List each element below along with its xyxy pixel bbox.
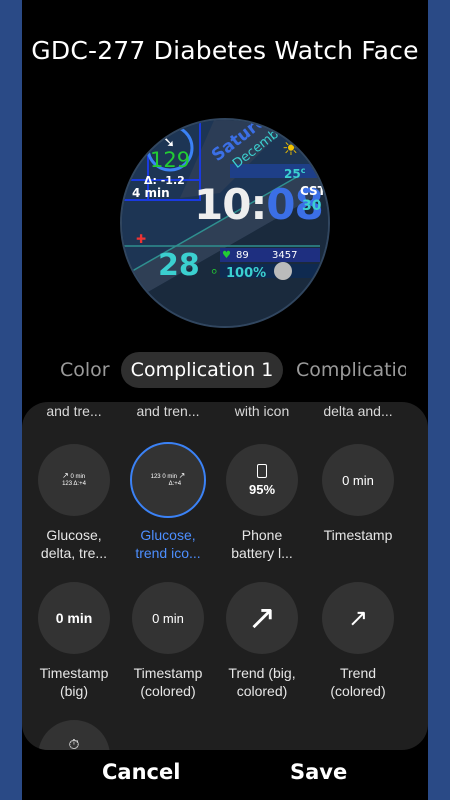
option-label: and tren... <box>136 403 200 419</box>
battery-icon: ⚪ <box>210 267 219 278</box>
option-label: Phone battery l... <box>231 527 293 561</box>
heart-icon: ♥ <box>222 250 231 261</box>
timezone-label: CST <box>300 184 326 198</box>
option-label: Trend (big, colored) <box>228 665 296 699</box>
sun-icon: ☀ <box>282 136 300 160</box>
tab-complication-1[interactable]: Complication 1 <box>121 352 283 388</box>
option-preview: ↗ 0 min 123 Δ:+4 <box>38 444 110 516</box>
tab-complication-2[interactable]: Complicatio <box>296 352 406 388</box>
option-label: with icon <box>234 403 290 419</box>
phone-icon <box>257 463 267 478</box>
option-preview: 0 min <box>38 582 110 654</box>
moon-icon <box>274 262 292 280</box>
glucose-age: 4 min <box>132 186 170 200</box>
heart-rate: 89 <box>236 250 249 261</box>
trend-arrow-icon: ↗ <box>62 471 69 480</box>
option-label: Trend (colored) <box>330 665 386 699</box>
glucose-mini-preview: ↗ 0 min 123 Δ:+4 <box>62 471 86 488</box>
battery-percent: 100% <box>226 266 267 281</box>
option-preview: 0 min <box>322 444 394 516</box>
save-button[interactable]: Save <box>290 760 347 784</box>
option-label: Glucose, trend ico... <box>135 527 201 561</box>
tab-color[interactable]: Color <box>60 352 110 388</box>
steps: 3457 <box>272 250 298 261</box>
option-label: Timestamp (big) <box>39 665 109 699</box>
sensor-icon: ✚ <box>136 232 147 246</box>
page-title: GDC-277 Diabetes Watch Face <box>31 36 419 65</box>
glucose-mini-preview: 123 0 min ↗ Δ:+4 <box>150 471 186 488</box>
option-preview: 95% <box>226 444 298 516</box>
trend-arrow-icon: ↗ <box>178 471 186 480</box>
option-label: Timestamp <box>323 527 393 543</box>
screen: GDC-277 Diabetes Watch Face ➘ 129 Δ: -1.… <box>22 0 428 800</box>
option-label: Timestamp (colored) <box>133 665 203 699</box>
timezone-value: 30 <box>302 198 322 214</box>
complication-options-panel[interactable]: and tre... and tren... with icon delta a… <box>22 402 428 750</box>
trend-arrow-icon: ↗ <box>322 582 394 654</box>
option-label: delta and... <box>323 403 393 419</box>
temperature: 25c <box>284 166 306 181</box>
glucose-value: 129 <box>150 148 191 172</box>
option-preview: 0 min <box>132 582 204 654</box>
date-number: 28 <box>158 248 200 283</box>
cancel-button[interactable]: Cancel <box>102 760 180 784</box>
option-label: Glucose, delta, tre... <box>40 527 108 561</box>
option-label: and tre... <box>46 403 102 419</box>
watch-face-preview[interactable]: ➘ 129 Δ: -1.2 4 min Saturday December ☀ … <box>120 118 330 328</box>
alarm-icon: ⏱ <box>38 720 110 750</box>
option-preview-selected: 123 0 min ↗ Δ:+4 <box>130 442 206 518</box>
trend-arrow-icon: ↗ <box>226 582 298 654</box>
